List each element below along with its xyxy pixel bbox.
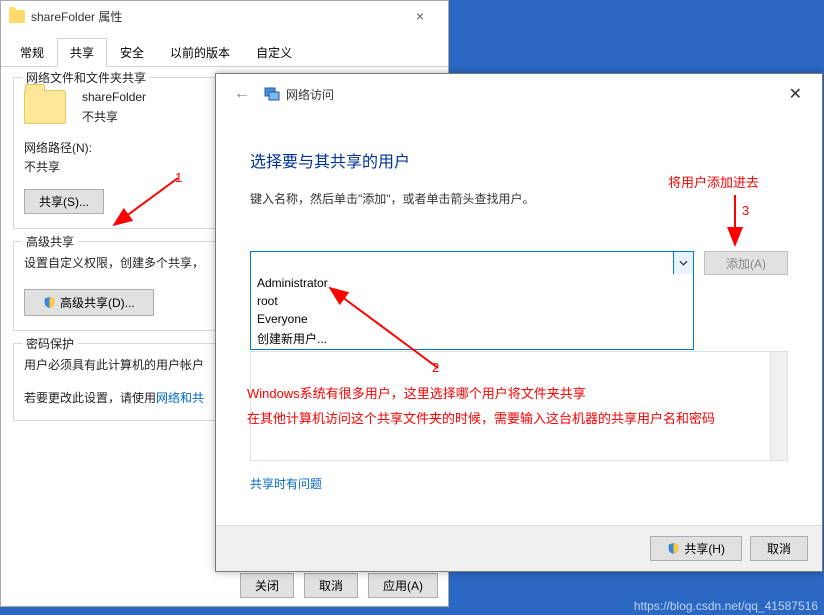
chevron-down-icon[interactable]: [673, 252, 693, 274]
tab-custom[interactable]: 自定义: [243, 38, 305, 67]
wizard-body: 选择要与其共享的用户 键入名称，然后单击"添加"，或者单击箭头查找用户。 Adm…: [216, 114, 822, 492]
wizard-cancel-button[interactable]: 取消: [750, 536, 808, 561]
folder-icon: [9, 10, 25, 23]
network-icon: [264, 86, 280, 102]
add-button[interactable]: 添加(A): [704, 251, 788, 275]
wizard-subtext: 键入名称，然后单击"添加"，或者单击箭头查找用户。: [250, 190, 788, 207]
dialog-buttons: 关闭 取消 应用(A): [240, 573, 438, 598]
tabs: 常规 共享 安全 以前的版本 自定义: [1, 33, 448, 67]
wizard-footer: 共享(H) 取消: [216, 525, 822, 571]
network-center-link[interactable]: 网络和共: [156, 391, 204, 405]
cancel-button[interactable]: 取消: [304, 573, 358, 598]
pwd-line2: 若要更改此设置，请使用: [24, 391, 156, 405]
tab-versions[interactable]: 以前的版本: [157, 38, 243, 67]
shield-icon: [43, 296, 56, 309]
watermark: https://blog.csdn.net/qq_41587516: [634, 599, 818, 613]
network-access-wizard: ← 网络访问 ✕ 选择要与其共享的用户 键入名称，然后单击"添加"，或者单击箭头…: [215, 73, 823, 572]
tab-sharing[interactable]: 共享: [57, 38, 107, 67]
advanced-share-button[interactable]: 高级共享(D)...: [24, 289, 154, 316]
user-input[interactable]: [250, 251, 694, 275]
group-legend: 高级共享: [22, 233, 78, 250]
wizard-header: ← 网络访问 ✕: [216, 74, 822, 114]
trouble-link[interactable]: 共享时有问题: [250, 475, 788, 492]
share-state: 不共享: [82, 108, 146, 125]
dropdown-option[interactable]: 创建新用户...: [251, 328, 693, 349]
dropdown-option[interactable]: Everyone: [251, 310, 693, 328]
user-dropdown: Administrator root Everyone 创建新用户...: [250, 274, 694, 350]
folder-name: shareFolder: [82, 90, 146, 104]
close-icon[interactable]: ×: [400, 8, 440, 24]
close-button[interactable]: 关闭: [240, 573, 294, 598]
apply-button[interactable]: 应用(A): [368, 573, 438, 598]
titlebar: shareFolder 属性 ×: [1, 1, 448, 31]
wizard-heading: 选择要与其共享的用户: [250, 148, 788, 172]
shield-icon: [667, 542, 680, 555]
user-list[interactable]: [250, 351, 788, 461]
tab-security[interactable]: 安全: [107, 38, 157, 67]
dropdown-option[interactable]: root: [251, 292, 693, 310]
close-icon[interactable]: ✕: [779, 80, 812, 108]
wizard-title: 网络访问: [286, 86, 334, 103]
dropdown-option[interactable]: Administrator: [251, 274, 693, 292]
share-button[interactable]: 共享(S)...: [24, 189, 104, 214]
user-combobox[interactable]: Administrator root Everyone 创建新用户...: [250, 251, 694, 275]
group-legend: 密码保护: [22, 335, 78, 352]
folder-large-icon: [24, 90, 66, 124]
back-arrow-icon[interactable]: ←: [226, 81, 258, 107]
tab-general[interactable]: 常规: [7, 38, 57, 67]
share-confirm-button[interactable]: 共享(H): [650, 536, 742, 561]
window-title: shareFolder 属性: [31, 8, 122, 25]
